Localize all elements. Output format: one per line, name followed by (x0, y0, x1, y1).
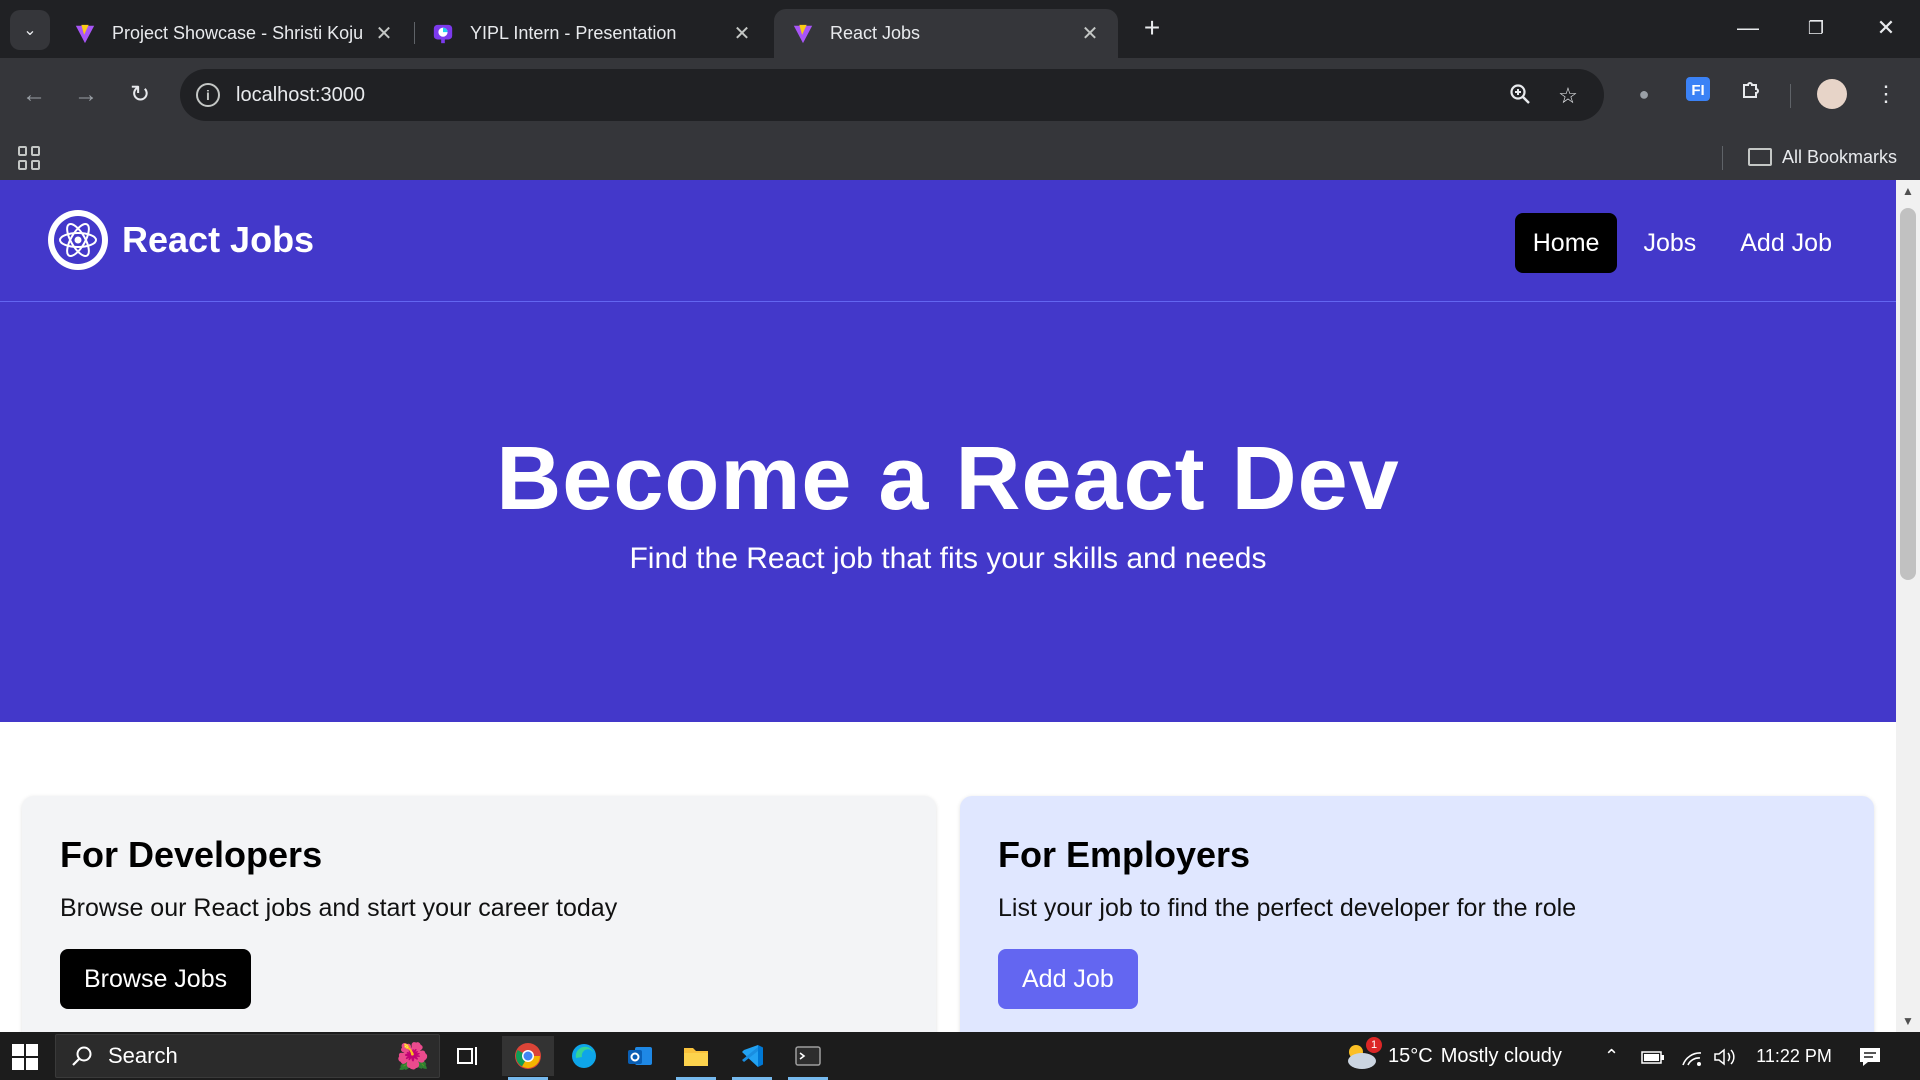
profile-avatar[interactable] (1814, 76, 1850, 112)
scrollbar-thumb[interactable] (1900, 208, 1916, 580)
all-bookmarks-label: All Bookmarks (1782, 147, 1898, 167)
outlook-icon[interactable] (614, 1036, 666, 1076)
extensions-puzzle-icon[interactable] (1734, 76, 1770, 112)
presentation-icon (430, 21, 456, 47)
tab-close-icon[interactable]: ✕ (372, 21, 396, 46)
taskbar-search[interactable]: Search 🌺 (55, 1034, 440, 1078)
minimize-icon[interactable]: — (1720, 8, 1776, 48)
tab-title: React Jobs (830, 23, 921, 43)
employers-card-title: For Employers (998, 834, 1251, 875)
tab-close-icon[interactable]: ✕ (730, 21, 754, 46)
windows-start-icon[interactable] (12, 1044, 38, 1070)
tab-title: Project Showcase - Shristi Koju (112, 23, 364, 43)
nav-home[interactable]: Home (1514, 213, 1618, 273)
all-bookmarks-button[interactable]: All Bookmarks (1748, 134, 1897, 180)
fi-extension-icon[interactable]: FI (1680, 76, 1716, 112)
bookmarks-bar: All Bookmarks (0, 134, 1920, 180)
taskbar: Search 🌺 1 15°C Mostly cloudy ⌃ 11:22 PM (0, 1032, 1920, 1080)
tab-search-chevron-icon[interactable]: ⌄ (10, 10, 50, 50)
menu-kebab-icon[interactable]: ⋮ (1868, 76, 1904, 112)
brand-link[interactable]: React Jobs (48, 210, 314, 270)
brand-name: React Jobs (122, 219, 315, 260)
edge-icon[interactable] (558, 1036, 610, 1076)
react-logo-icon (48, 210, 108, 270)
tab-close-icon[interactable]: ✕ (1078, 21, 1102, 46)
nav-links: Home Jobs Add Job (1514, 213, 1850, 273)
developers-card: For Developers Browse our React jobs and… (22, 796, 936, 1032)
address-bar[interactable]: i localhost:3000 ☆ (180, 69, 1604, 121)
tab-project-showcase[interactable]: Project Showcase - Shristi Koju ✕ (56, 9, 412, 58)
scroll-down-arrow-icon[interactable]: ▼ (1896, 1014, 1920, 1028)
bookmark-star-icon[interactable]: ☆ (1554, 82, 1582, 110)
wifi-icon[interactable] (1680, 1032, 1704, 1080)
page-viewport: React Jobs Home Jobs Add Job Become a Re… (0, 180, 1920, 1032)
scroll-up-arrow-icon[interactable]: ▲ (1896, 184, 1920, 198)
task-view-icon[interactable] (442, 1036, 494, 1076)
cloudy-weather-icon: 1 (1342, 1037, 1382, 1071)
back-arrow-icon[interactable]: ← (12, 73, 56, 117)
show-hidden-icons-chevron-icon[interactable]: ⌃ (1604, 1032, 1619, 1080)
developers-card-text: Browse our React jobs and start your car… (60, 894, 618, 922)
apps-grid-icon[interactable] (18, 146, 42, 170)
taskbar-search-label: Search (108, 1043, 178, 1068)
notifications-icon[interactable] (1858, 1032, 1882, 1080)
weather-temp: 15°C (1388, 1045, 1433, 1067)
hero-title: Become a React Dev (496, 429, 1400, 529)
close-window-icon[interactable]: ✕ (1858, 8, 1914, 48)
employers-card: For Employers List your job to find the … (960, 796, 1874, 1032)
url-text[interactable]: localhost:3000 (236, 69, 365, 121)
chrome-icon[interactable] (502, 1036, 554, 1080)
browse-jobs-button[interactable]: Browse Jobs (60, 949, 252, 1009)
vite-icon (790, 21, 816, 47)
search-icon (72, 1046, 92, 1066)
site-info-icon[interactable]: i (196, 83, 220, 107)
page-scrollbar[interactable]: ▲ ▼ (1896, 180, 1920, 1032)
browser-toolbar: ← → ↻ i localhost:3000 ☆ ● FI ⋮ (0, 58, 1920, 134)
restore-icon[interactable]: ❐ (1788, 8, 1844, 48)
new-tab-plus-icon[interactable]: + (1137, 12, 1167, 46)
folder-icon (1748, 148, 1772, 166)
site-navbar: React Jobs Home Jobs Add Job (0, 180, 1896, 302)
extension-icon[interactable]: ● (1626, 76, 1662, 112)
vscode-icon[interactable] (726, 1036, 778, 1080)
tab-yipl-presentation[interactable]: YIPL Intern - Presentation ✕ (414, 9, 770, 58)
employers-card-text: List your job to find the perfect develo… (998, 894, 1577, 922)
reload-icon[interactable]: ↻ (118, 73, 162, 117)
add-job-button[interactable]: Add Job (998, 949, 1138, 1009)
clock-time[interactable]: 11:22 PM (1752, 1032, 1836, 1080)
tab-react-jobs[interactable]: React Jobs ✕ (774, 9, 1118, 58)
volume-icon[interactable] (1712, 1032, 1738, 1080)
hero-section: Become a React Dev Find the React job th… (0, 302, 1896, 722)
forward-arrow-icon[interactable]: → (64, 73, 108, 117)
search-highlight-flower-icon: 🌺 (396, 1040, 429, 1071)
tab-title: YIPL Intern - Presentation (470, 23, 677, 43)
terminal-icon[interactable] (782, 1036, 834, 1080)
weather-condition: Mostly cloudy (1440, 1045, 1562, 1067)
file-explorer-icon[interactable] (670, 1036, 722, 1080)
nav-add-job[interactable]: Add Job (1722, 213, 1850, 273)
tab-strip: ⌄ Project Showcase - Shristi Koju ✕ YIPL… (0, 0, 1920, 58)
vite-icon (72, 21, 98, 47)
nav-jobs[interactable]: Jobs (1625, 213, 1714, 273)
developers-card-title: For Developers (60, 834, 323, 875)
zoom-icon[interactable] (1506, 82, 1534, 110)
hero-subtitle: Find the React job that fits your skills… (629, 542, 1267, 575)
weather-widget[interactable]: 1 15°C Mostly cloudy (1342, 1032, 1562, 1080)
svg-text:FI: FI (1691, 82, 1704, 99)
battery-icon[interactable] (1640, 1032, 1666, 1080)
weather-badge: 1 (1366, 1037, 1382, 1053)
